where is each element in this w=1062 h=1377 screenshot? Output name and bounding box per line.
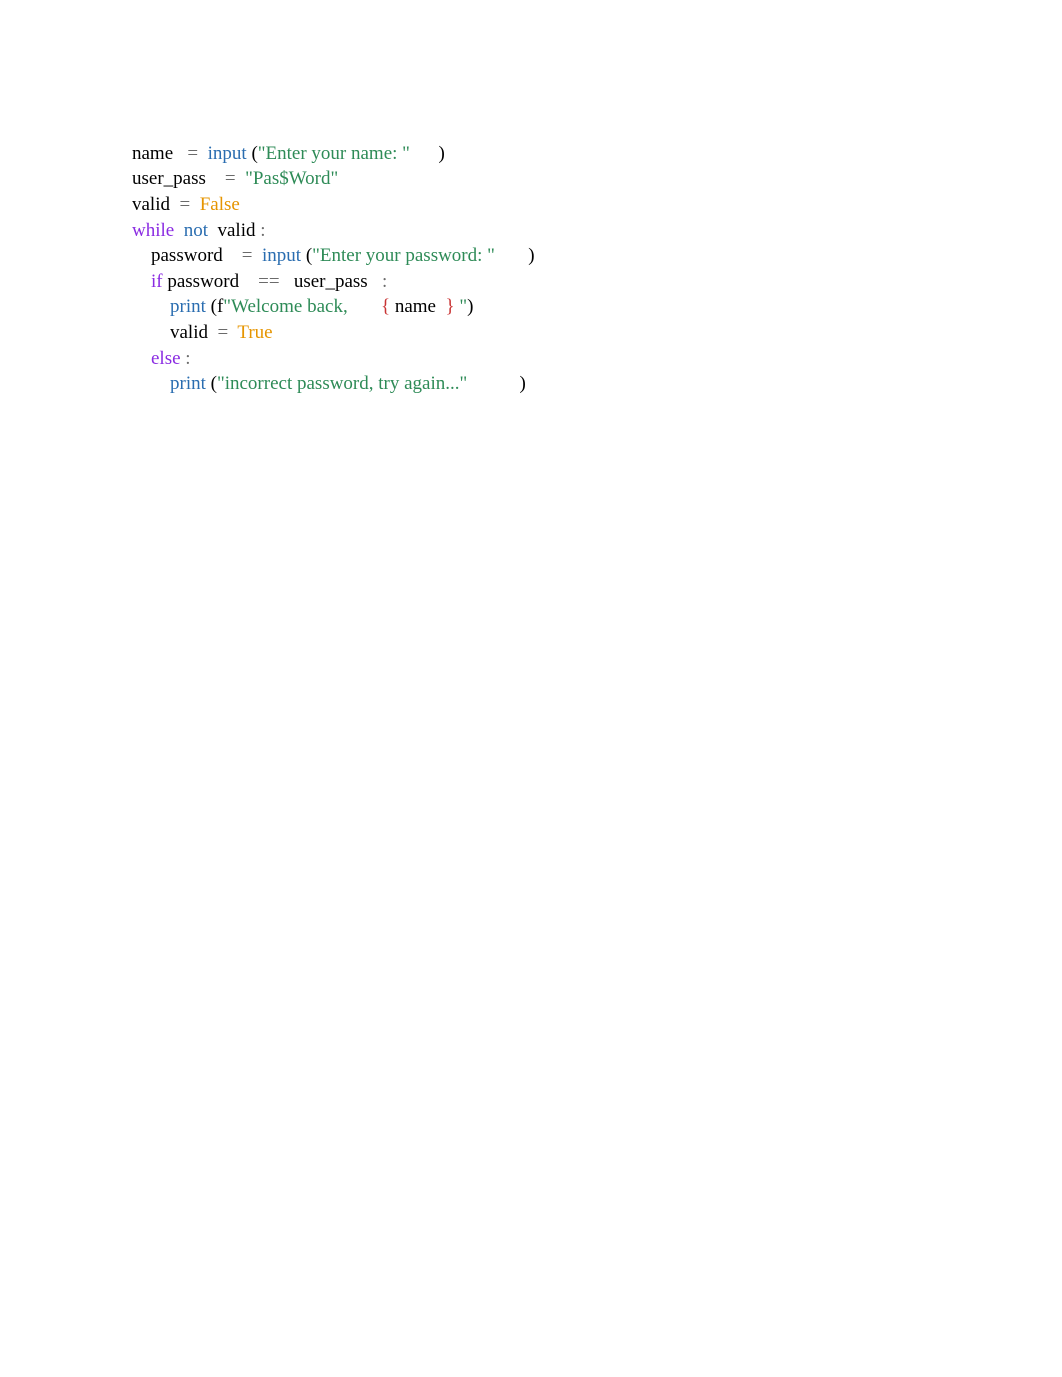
code-line-5: password = input ("Enter your password: … [132,245,535,266]
const-false: False [200,194,240,215]
code-block: name = input ("Enter your name: " ) user… [0,0,1062,397]
string-literal: "Enter your password: " [312,245,495,266]
code-line-4: while not valid : [132,220,266,241]
assign-op: = [242,245,253,266]
op-eq: == [258,271,279,292]
var-name: name [395,296,436,317]
var-name: name [132,143,173,164]
code-line-1: name = input ("Enter your name: " ) [132,143,445,164]
var-password: password [151,245,223,266]
const-true: True [237,322,272,343]
assign-op: = [187,143,198,164]
colon: : [260,220,265,241]
string-literal: "Enter your name: " [258,143,410,164]
string-literal: "Welcome back, [223,296,352,317]
var-valid: valid [170,322,208,343]
kw-if: if [151,271,163,292]
kw-while: while [132,220,174,241]
paren-close: ) [520,373,526,394]
colon: : [382,271,387,292]
code-line-6: if password == user_pass : [132,271,387,292]
code-line-2: user_pass = "Pas$Word" [132,168,338,189]
string-literal: "incorrect password, try again..." [217,373,467,394]
var-user-pass: user_pass [294,271,368,292]
code-line-8: valid = True [132,322,273,343]
colon: : [185,348,190,369]
var-user-pass: user_pass [132,168,206,189]
paren-close: ) [467,296,473,317]
builtin-print: print [170,373,206,394]
kw-else: else [151,348,181,369]
builtin-input: input [208,143,247,164]
var-valid: valid [132,194,170,215]
code-line-9: else : [132,348,191,369]
brace-open: { [381,296,390,317]
var-valid: valid [218,220,256,241]
code-line-7: print (f"Welcome back, { name } ") [132,296,473,317]
string-literal: "Pas$Word" [245,168,338,189]
paren-close: ) [438,143,444,164]
builtin-input: input [262,245,301,266]
builtin-print: print [170,296,206,317]
string-literal: " [459,296,467,317]
code-line-3: valid = False [132,194,240,215]
assign-op: = [225,168,236,189]
assign-op: = [218,322,229,343]
assign-op: = [180,194,191,215]
paren-close: ) [528,245,534,266]
kw-not: not [184,220,208,241]
code-line-10: print ("incorrect password, try again...… [132,373,526,394]
brace-close: } [445,296,454,317]
var-password: password [167,271,239,292]
